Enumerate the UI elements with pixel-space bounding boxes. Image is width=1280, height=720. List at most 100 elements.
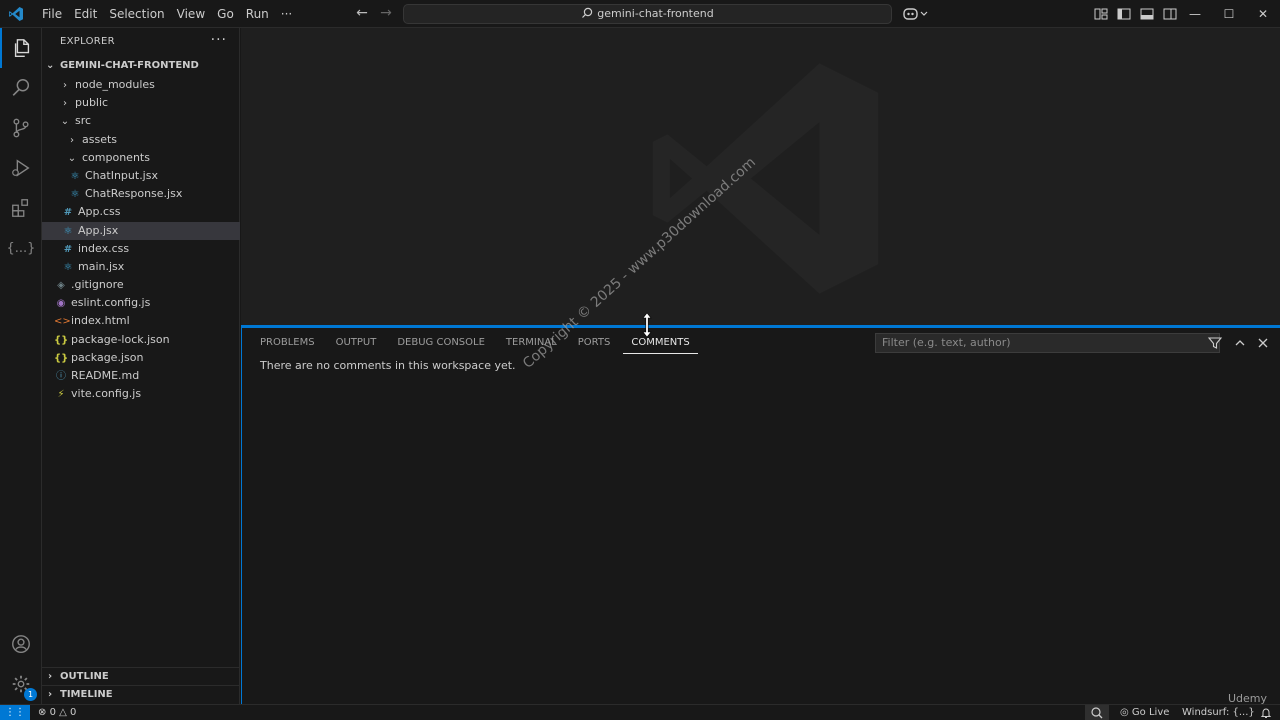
tree-item-label: components xyxy=(82,150,150,164)
title-bar: File Edit Selection View Go Run ··· ← → … xyxy=(0,0,1280,28)
sidebar-more-icon[interactable]: ··· xyxy=(211,32,227,48)
tree-item[interactable]: <>index.html xyxy=(42,312,240,330)
outline-section[interactable]: › OUTLINE xyxy=(42,667,240,685)
menu-more[interactable]: ··· xyxy=(277,0,296,28)
tree-item[interactable]: ⚛ ChatResponse.jsx xyxy=(42,185,240,203)
command-center[interactable]: gemini-chat-frontend xyxy=(403,4,892,24)
tab-ports[interactable]: PORTS xyxy=(570,334,619,354)
source-control-activity[interactable] xyxy=(0,108,42,148)
menu-view[interactable]: View xyxy=(173,0,209,28)
tree-item[interactable]: {} package-lock.json xyxy=(42,331,240,349)
customize-layout-icon[interactable] xyxy=(1093,6,1109,22)
maximize-icon[interactable]: ☐ xyxy=(1212,0,1246,28)
udemy-watermark: Udemy xyxy=(1228,692,1268,705)
account-icon xyxy=(12,635,30,653)
tab-comments[interactable]: COMMENTS xyxy=(623,334,698,354)
extensions-activity[interactable] xyxy=(0,188,42,228)
json-activity[interactable]: {...} xyxy=(0,228,42,268)
chevron-down-icon: ⌄ xyxy=(67,152,77,164)
menu-go[interactable]: Go xyxy=(213,0,238,28)
maximize-panel-icon[interactable] xyxy=(1232,335,1248,351)
menu-selection[interactable]: Selection xyxy=(105,0,168,28)
menu-bar: File Edit Selection View Go Run ··· xyxy=(38,0,300,28)
html-file-icon: <> xyxy=(54,316,71,328)
copilot-icon[interactable] xyxy=(902,6,930,22)
tree-item[interactable]: # App.css xyxy=(42,203,240,221)
toggle-panel-icon[interactable] xyxy=(1139,6,1155,22)
tree-item[interactable]: {} package.json xyxy=(42,349,240,367)
back-arrow-icon[interactable]: ← xyxy=(354,5,370,21)
vscode-watermark-icon xyxy=(652,63,879,294)
chevron-down-icon: ⌄ xyxy=(46,60,55,71)
go-live-button[interactable]: ◎ Go Live xyxy=(1120,705,1169,720)
react-icon: ⚛ xyxy=(63,261,73,273)
source-control-icon xyxy=(13,118,29,138)
tree-item-label: eslint.config.js xyxy=(71,296,151,310)
tree-item[interactable]: ⚛ ChatInput.jsx xyxy=(42,167,240,185)
tree-item[interactable]: › assets xyxy=(42,131,240,149)
tab-debug-console[interactable]: DEBUG CONSOLE xyxy=(389,334,493,354)
tree-item[interactable]: ◉ eslint.config.js xyxy=(42,294,240,312)
menu-edit[interactable]: Edit xyxy=(70,0,101,28)
search-activity[interactable] xyxy=(0,68,42,108)
window-controls: — ☐ ✕ xyxy=(1178,0,1280,28)
accounts-activity[interactable] xyxy=(0,624,42,664)
tree-item[interactable]: ◈ .gitignore xyxy=(42,276,240,294)
tree-item[interactable]: ⌄ components xyxy=(42,149,240,167)
extensions-icon xyxy=(12,199,29,217)
tree-item[interactable]: › node_modules xyxy=(42,76,240,94)
tree-item-label: .gitignore xyxy=(71,278,124,292)
comments-empty-message: There are no comments in this workspace … xyxy=(260,359,516,372)
explorer-activity[interactable] xyxy=(0,28,42,68)
bottom-panel: PROBLEMS OUTPUT DEBUG CONSOLE TERMINAL P… xyxy=(241,325,1280,704)
tree-item-label: index.css xyxy=(78,241,130,255)
vite-file-icon: ⚡ xyxy=(57,389,65,401)
broadcast-icon: ◎ xyxy=(1120,707,1129,718)
toggle-secondary-sidebar-icon[interactable] xyxy=(1162,6,1178,22)
toggle-primary-sidebar-icon[interactable] xyxy=(1116,6,1132,22)
outline-label: OUTLINE xyxy=(60,671,109,682)
bell-icon[interactable] xyxy=(1260,707,1272,719)
tree-item-label: src xyxy=(75,114,92,128)
remote-indicator[interactable]: ⋮⋮ xyxy=(0,705,30,720)
menu-run[interactable]: Run xyxy=(242,0,273,28)
tree-item[interactable]: ⚡ vite.config.js xyxy=(42,385,240,403)
json-file-icon: {} xyxy=(54,334,69,346)
filter-icon[interactable] xyxy=(1207,335,1223,351)
close-window-icon[interactable]: ✕ xyxy=(1246,0,1280,28)
warning-icon: △ xyxy=(59,707,67,718)
forward-arrow-icon[interactable]: → xyxy=(378,5,394,21)
tree-item[interactable]: # index.css xyxy=(42,240,240,258)
manage-activity[interactable]: 1 xyxy=(0,664,42,704)
editor-area xyxy=(241,28,1280,325)
file-tree: › node_modules › public ⌄ src › assets ⌄ componen… xyxy=(42,76,240,403)
run-debug-activity[interactable] xyxy=(0,148,42,188)
search-icon xyxy=(582,7,593,18)
windsurf-status[interactable]: Windsurf: {...} xyxy=(1182,705,1255,720)
eslint-file-icon: ◉ xyxy=(56,298,66,310)
tree-item[interactable]: › public xyxy=(42,94,240,112)
panel-tabs: PROBLEMS OUTPUT DEBUG CONSOLE TERMINAL P… xyxy=(252,334,703,354)
tree-item[interactable]: ⌄ src xyxy=(42,112,240,130)
css-file-icon: # xyxy=(63,243,73,255)
tree-item-label: public xyxy=(75,96,109,110)
zoom-indicator[interactable] xyxy=(1085,705,1109,720)
remote-icon: ⋮⋮ xyxy=(5,707,25,718)
menu-file[interactable]: File xyxy=(38,0,66,28)
minimize-icon[interactable]: — xyxy=(1178,0,1212,28)
tree-item[interactable]: ⚛ main.jsx xyxy=(42,258,240,276)
timeline-section[interactable]: › TIMELINE xyxy=(42,685,240,703)
tree-item[interactable]: ⓘ README.md xyxy=(42,367,240,385)
tree-item-label: ChatResponse.jsx xyxy=(85,187,183,201)
tree-item-label: vite.config.js xyxy=(71,387,142,401)
comments-filter-input[interactable]: Filter (e.g. text, author) xyxy=(875,333,1220,353)
tree-item[interactable]: ⚛ App.jsx xyxy=(42,221,240,240)
close-panel-icon[interactable] xyxy=(1255,335,1271,351)
problems-indicator[interactable]: ⊗ 0 △ 0 xyxy=(38,705,76,720)
braces-icon: {...} xyxy=(6,240,36,256)
workspace-folder[interactable]: ⌄ GEMINI-CHAT-FRONTEND xyxy=(42,57,240,75)
git-file-icon: ◈ xyxy=(57,280,65,292)
search-icon xyxy=(12,79,30,96)
tab-problems[interactable]: PROBLEMS xyxy=(252,334,323,354)
tab-output[interactable]: OUTPUT xyxy=(328,334,385,354)
